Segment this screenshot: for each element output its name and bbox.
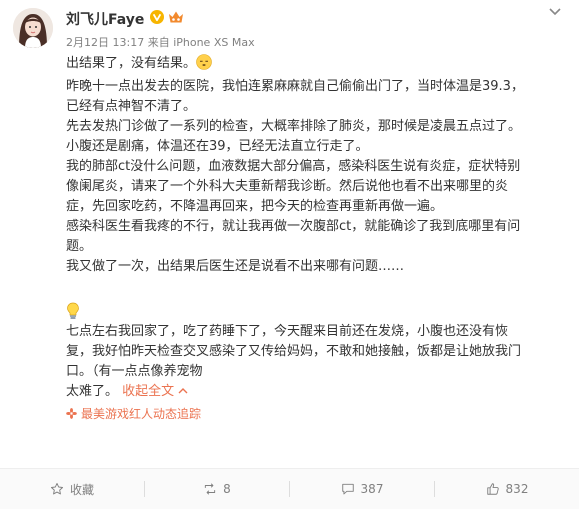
collect-button[interactable]: 收藏 [0,469,144,509]
post-line: 小腹还是剧痛，体温还在39，已经无法直立行走了。 [66,139,369,154]
action-bar: 收藏 8 387 832 [0,468,579,509]
like-button[interactable]: 832 [435,469,579,509]
post-line: 像阑尾炎，请来了一个外科大夫重新帮我诊断。然后说他也看不出来哪里的炎 [66,179,509,194]
vip-badge-icon[interactable] [168,10,184,24]
like-count: 832 [505,482,529,496]
post-date[interactable]: 2月12日 13:17 [66,36,144,49]
avatar-portrait-icon [13,8,53,48]
post-line: 口。（有一点点像养宠物 [66,364,203,379]
repost-button[interactable]: 8 [145,469,289,509]
sleepy-face-emoji [196,54,212,77]
post-line: 我的肺部ct没什么问题，血液数据大部分偏高，感染科医生说有炎症，症状特别 [66,159,521,174]
chevron-up-icon [178,388,188,394]
repost-count: 8 [223,482,231,496]
post-line: 症，先回家吃药，不降温再回来，把今天的检查再重新再做一遍。 [66,199,444,214]
post-line: 题。 [66,239,93,254]
post-line: 感染科医生看我疼的不行，就让我再做一次腹部ct，就能确诊了我到底哪里有问 [66,219,521,234]
fan-icon [66,405,77,425]
post-last-line: 太难了。 收起全文 [66,382,566,402]
collect-label: 收藏 [69,482,94,497]
collapse-link[interactable]: 收起全文 [122,384,188,399]
username[interactable]: 刘飞儿Faye [66,9,144,29]
post-line: 已经有点神智不清了。 [66,99,197,114]
verified-v-icon [150,10,164,24]
post-line: 七点左右我回家了，吃了药睡下了，今天醒来目前还在发烧，小腹也还没有恢 [66,324,509,339]
repost-icon [205,483,216,495]
comment-count: 387 [360,482,384,496]
post-line: 先去发热门诊做了一系列的检查，大概率排除了肺炎，那时候是凌晨五点过了。 [66,119,522,134]
comment-icon [341,483,354,495]
post-source: 来自 iPhone XS Max [147,36,255,49]
comment-button[interactable]: 387 [290,469,434,509]
star-icon [50,482,63,495]
post-meta: 2月12日 13:17 来自 iPhone XS Max [66,34,255,50]
post-line: 我又做了一次，出结果后医生还是说看不出来哪有问题…… [66,259,405,274]
post-line: 昨晚十一点出发去的医院，我怕连累麻麻就自己偷偷出门了，当时体温是39.3， [66,79,524,94]
post-line: 复，我好怕昨天检查交叉感染了又传给妈妈，不敢和她接触，饭都是让她放我门 [66,344,522,359]
weibo-post-card: 刘飞儿Faye 2月12日 13:17 来自 iPhone XS Max 出结果… [0,0,579,509]
tail-link[interactable]: 最美游戏红人动态追踪 [66,404,566,425]
thumbs-up-icon [486,483,499,495]
more-chevron-icon[interactable] [547,6,563,18]
post-content: 出结果了，没有结果。 昨晚十一点出发去的医院，我怕连累麻麻就自己偷偷出门了，当时… [66,54,566,425]
post-line: 出结果了，没有结果。 [66,54,566,77]
lightbulb-emoji [66,302,566,322]
avatar[interactable] [13,8,53,48]
